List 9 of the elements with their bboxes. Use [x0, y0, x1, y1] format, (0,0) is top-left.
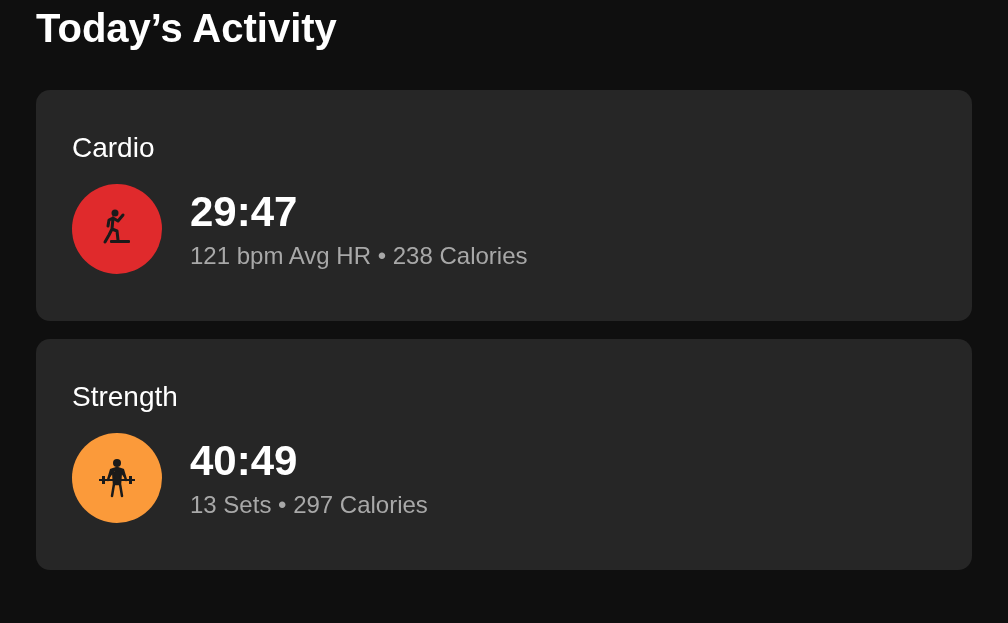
- activity-card[interactable]: Strength 40:49 13 Sets • 297 Calories: [36, 339, 972, 570]
- duration: 40:49: [190, 437, 299, 485]
- activity-details: 121 bpm Avg HR • 238 Calories: [190, 242, 528, 270]
- activity-name: Cardio: [72, 132, 156, 164]
- activity-card[interactable]: Cardio 29:47 121 bpm Avg HR • 238 Calories: [36, 90, 972, 321]
- duration: 29:47: [190, 188, 299, 236]
- page-title: Today’s Activity: [36, 5, 338, 52]
- activity-details: 13 Sets • 297 Calories: [190, 491, 428, 519]
- activity-name: Strength: [72, 381, 179, 413]
